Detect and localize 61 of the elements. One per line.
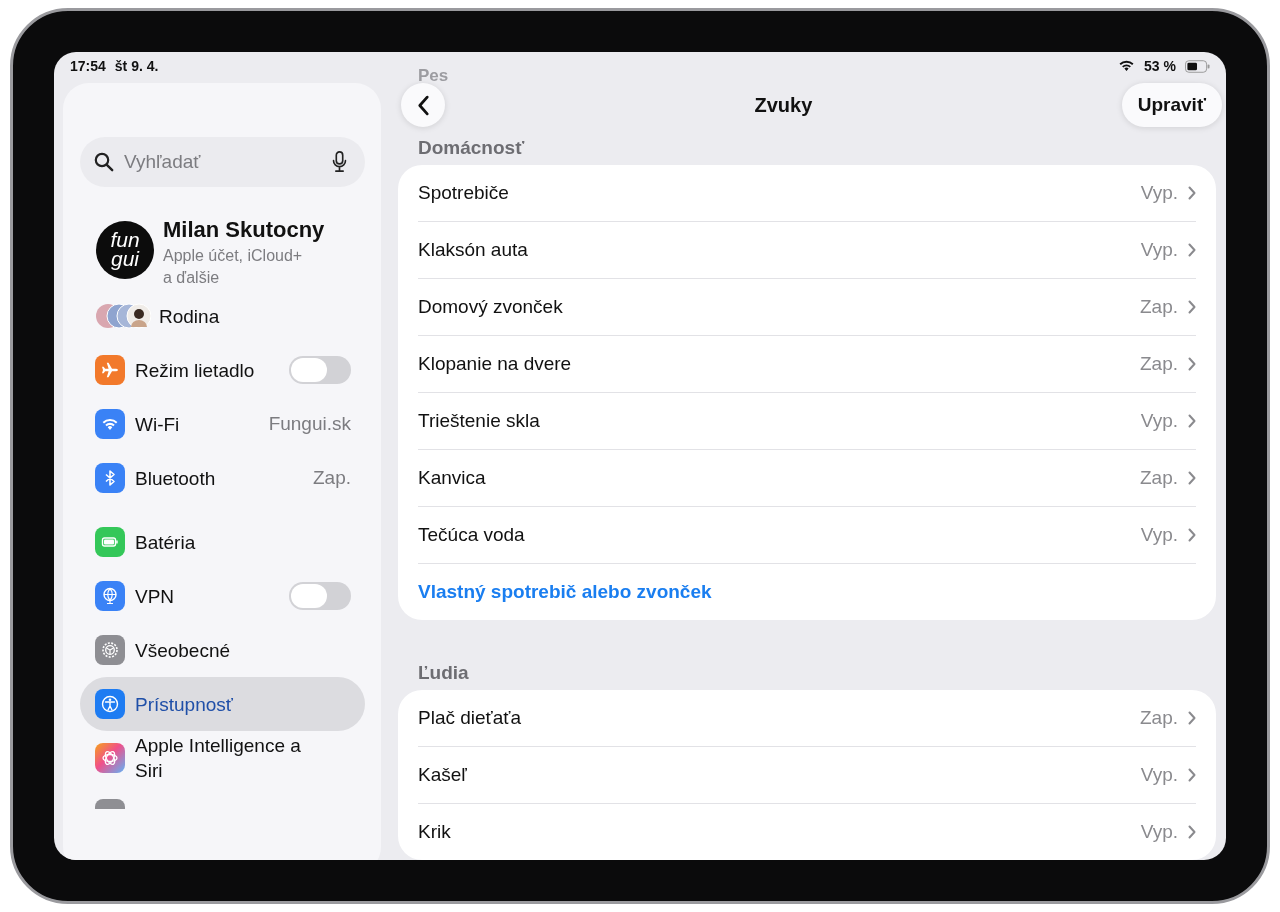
- sound-row[interactable]: Kašeľ Vyp.: [418, 747, 1196, 804]
- sidebar-item[interactable]: Režim lietadlo: [80, 343, 365, 397]
- profile-name[interactable]: Milan Skutocny: [163, 217, 325, 243]
- sidebar-item[interactable]: Všeobecné: [80, 623, 365, 677]
- chevron-icon: [1188, 711, 1196, 725]
- back-button[interactable]: [401, 83, 445, 127]
- chevron-icon: [1188, 243, 1196, 257]
- setting-icon: [95, 799, 125, 809]
- profile-avatar[interactable]: fun gui: [96, 221, 154, 279]
- page-title: Zvuky: [754, 93, 813, 117]
- sound-row[interactable]: Domový zvonček Zap.: [418, 279, 1196, 336]
- sidebar-item[interactable]: Prístupnosť: [80, 677, 365, 731]
- sound-row[interactable]: Plač dieťaťa Zap.: [418, 690, 1196, 747]
- profile-subtitle: Apple účet, iCloud+ a ďalšie: [163, 246, 304, 288]
- battery-icon: [1185, 59, 1210, 73]
- sound-row[interactable]: Krik Vyp.: [418, 804, 1196, 860]
- sidebar-item[interactable]: Rodina: [80, 289, 365, 343]
- family-avatars-icon: [95, 303, 151, 329]
- sidebar-item[interactable]: Wi-Fi Fungui.sk: [80, 397, 365, 451]
- status-date: št 9. 4.: [114, 58, 159, 74]
- section-header: Domácnosť: [418, 137, 526, 159]
- chevron-icon: [1188, 768, 1196, 782]
- chevron-icon: [1188, 825, 1196, 839]
- add-sound-link[interactable]: Vlastný spotrebič alebo zvonček: [418, 564, 712, 620]
- setting-icon: [95, 409, 125, 439]
- edit-button[interactable]: Upraviť: [1121, 83, 1222, 127]
- setting-icon: [95, 635, 125, 665]
- battery-percent: 53 %: [1144, 58, 1176, 74]
- sound-row[interactable]: Klaksón auta Vyp.: [418, 222, 1196, 279]
- chevron-icon: [1188, 528, 1196, 542]
- search-field[interactable]: Vyhľadať: [80, 137, 365, 187]
- sound-row[interactable]: Kanvica Zap.: [418, 450, 1196, 507]
- sound-row[interactable]: Spotrebiče Vyp.: [418, 165, 1196, 222]
- section-header: Pes: [418, 66, 449, 86]
- setting-icon: [95, 463, 125, 493]
- setting-icon: [95, 355, 125, 385]
- sidebar-item[interactable]: Apple Intelligence a Siri: [80, 731, 365, 785]
- setting-icon: [95, 743, 125, 773]
- setting-icon: [95, 527, 125, 557]
- setting-icon: [95, 581, 125, 611]
- sidebar-item[interactable]: Batéria: [80, 515, 365, 569]
- sidebar-item[interactable]: Bluetooth Zap.: [80, 451, 365, 505]
- chevron-icon: [1188, 414, 1196, 428]
- chevron-icon: [1188, 357, 1196, 371]
- microphone-icon[interactable]: [332, 151, 347, 173]
- status-time: 17:54: [70, 58, 106, 74]
- toggle-switch[interactable]: [289, 582, 351, 610]
- chevron-left-icon: [416, 94, 430, 116]
- chevron-icon: [1188, 471, 1196, 485]
- sidebar-item[interactable]: VPN: [80, 569, 365, 623]
- setting-value: Fungui.sk: [268, 413, 351, 435]
- chevron-icon: [1188, 300, 1196, 314]
- sound-row[interactable]: Trieštenie skla Vyp.: [418, 393, 1196, 450]
- sound-row[interactable]: Tečúca voda Vyp.: [418, 507, 1196, 564]
- wifi-icon: [1118, 60, 1136, 72]
- toggle-switch[interactable]: [289, 356, 351, 384]
- section-header: Ľudia: [418, 662, 470, 684]
- setting-value: Zap.: [312, 467, 351, 489]
- chevron-icon: [1188, 186, 1196, 200]
- setting-icon: [95, 689, 125, 719]
- sound-row[interactable]: Klopanie na dvere Zap.: [418, 336, 1196, 393]
